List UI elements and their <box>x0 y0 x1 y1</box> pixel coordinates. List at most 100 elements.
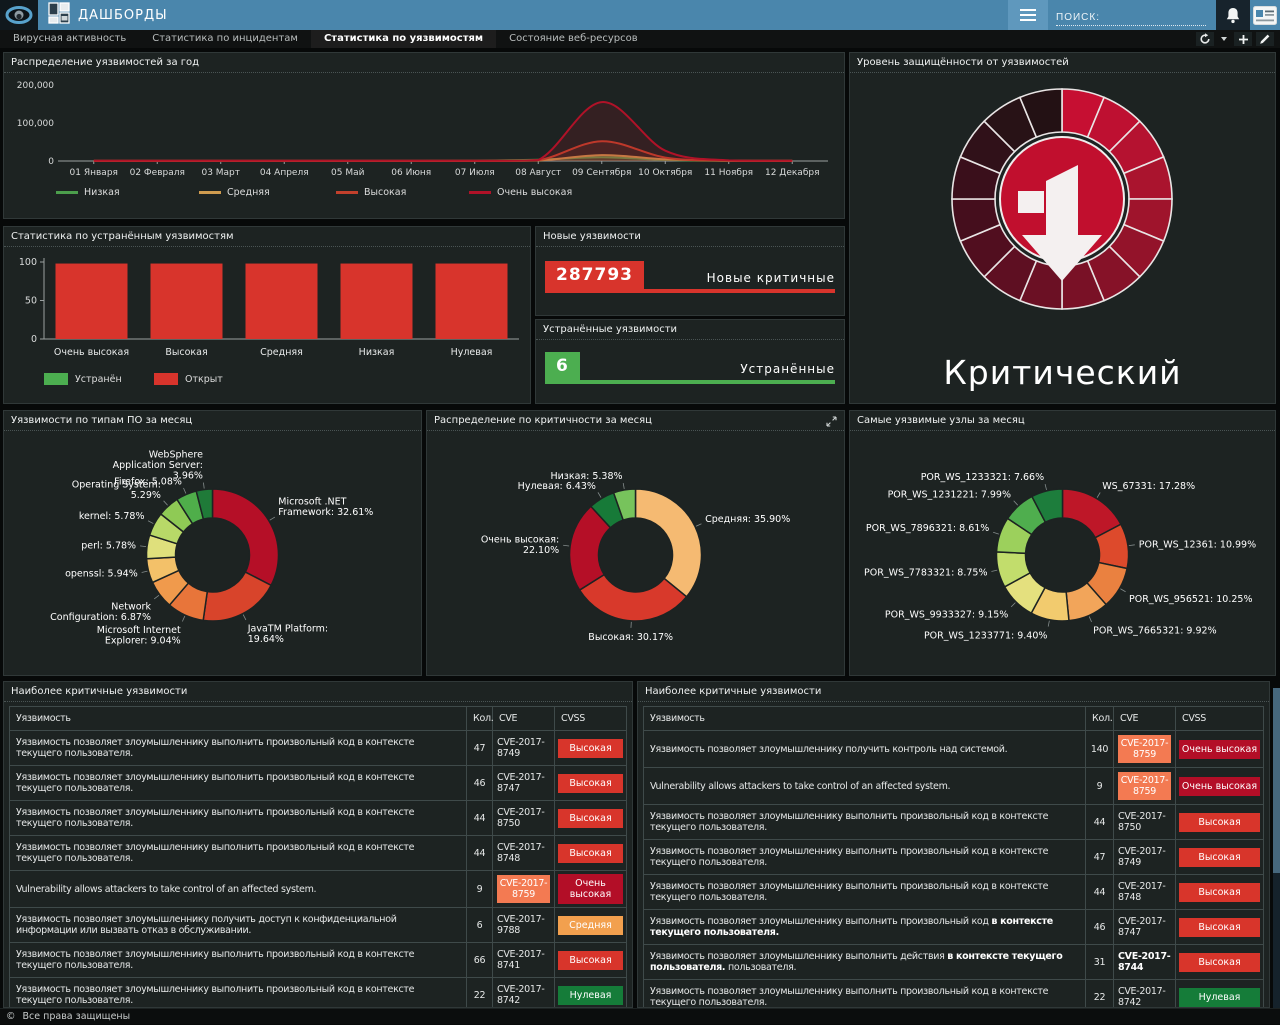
donut-chart-types[interactable]: Microsoft .NETFramework: 32.61%JavaTM Pl… <box>4 431 421 679</box>
cve-id[interactable]: CVE-2017-8750 <box>1118 811 1165 833</box>
app-logo[interactable] <box>0 0 38 30</box>
tab-1[interactable]: Статистика по инцидентам <box>139 30 311 48</box>
donut-label: openssl: 5.94% <box>65 569 138 580</box>
add-widget-button[interactable] <box>1234 32 1252 46</box>
bar-chart[interactable]: 050100Очень высокаяВысокаяСредняяНизкаяН… <box>4 247 530 371</box>
column-header[interactable]: CVE <box>1114 707 1176 731</box>
panel-title: Новые уязвимости <box>536 227 844 247</box>
legend-item: Открыт <box>154 373 223 385</box>
bar[interactable] <box>246 264 318 339</box>
table-row[interactable]: Vulnerability allows attackers to take c… <box>644 768 1264 805</box>
bar[interactable] <box>151 264 223 339</box>
cve-id[interactable]: CVE-2017-8750 <box>497 807 544 829</box>
svg-text:Нулевая: Нулевая <box>451 347 493 358</box>
panel-critical-vulns-right: Наиболее критичные уязвимости Уязвимость… <box>637 681 1270 1008</box>
table-row[interactable]: Уязвимость позволяет злоумышленнику выпо… <box>644 910 1264 945</box>
protection-gauge[interactable] <box>850 73 1275 329</box>
panel-title: Уровень защищённости от уязвимостей <box>850 53 1275 73</box>
cve-id[interactable]: CVE-2017-8759 <box>1118 772 1171 800</box>
panel-fixed-stats: Статистика по устранённым уязвимостям 05… <box>3 226 531 404</box>
severity-badge: Высокая <box>558 739 623 758</box>
menu-button[interactable] <box>1008 0 1048 30</box>
table-row[interactable]: Уязвимость позволяет злоумышленнику полу… <box>644 731 1264 768</box>
cve-id[interactable]: CVE-2017-8742 <box>497 984 544 1006</box>
table-row[interactable]: Уязвимость позволяет злоумышленнику выпо… <box>10 943 627 978</box>
donut-chart-criticality[interactable]: Средняя: 35.90%Высокая: 30.17%Очень высо… <box>427 431 844 679</box>
column-header[interactable]: CVSS <box>555 707 627 731</box>
cve-id[interactable]: CVE-2017-8749 <box>1118 846 1165 868</box>
notifications-button[interactable] <box>1216 0 1250 30</box>
cve-id[interactable]: CVE-2017-8741 <box>497 949 544 971</box>
cve-id[interactable]: CVE-2017-9788 <box>497 914 544 936</box>
expand-icon[interactable] <box>826 411 837 430</box>
table-row[interactable]: Vulnerability allows attackers to take c… <box>10 871 627 908</box>
column-header[interactable]: CVE <box>493 707 555 731</box>
donut-label: Очень высокая:22.10% <box>481 535 559 557</box>
line-chart[interactable]: 0100,000200,00001 Января02 Февраля03 Мар… <box>4 73 844 185</box>
severity-badge: Очень высокая <box>1179 740 1260 759</box>
cve-id[interactable]: CVE-2017-8749 <box>497 737 544 759</box>
cve-id[interactable]: CVE-2017-8759 <box>1118 735 1171 763</box>
severity-badge: Высокая <box>558 951 623 970</box>
cve-id[interactable]: CVE-2017-8742 <box>1118 986 1165 1008</box>
donut-label: POR_WS_7896321: 8.61% <box>866 523 989 534</box>
severity-badge: Нулевая <box>558 986 623 1005</box>
panel-protection-gauge: Уровень защищённости от уязвимостей Крит… <box>849 52 1276 404</box>
donut-slice[interactable] <box>213 489 279 585</box>
table-row[interactable]: Уязвимость позволяет злоумышленнику выпо… <box>10 801 627 836</box>
table-row[interactable]: Уязвимость позволяет злоумышленнику выпо… <box>10 731 627 766</box>
table-row[interactable]: Уязвимость позволяет злоумышленнику выпо… <box>644 980 1264 1009</box>
cve-id[interactable]: CVE-2017-8744 <box>1118 951 1170 973</box>
table-row[interactable]: Уязвимость позволяет злоумышленнику полу… <box>10 908 627 943</box>
bar[interactable] <box>341 264 413 339</box>
search-input[interactable] <box>1056 10 1206 26</box>
edit-button[interactable] <box>1256 32 1274 46</box>
column-header[interactable]: Кол. <box>1086 707 1114 731</box>
table-row[interactable]: Уязвимость позволяет злоумышленнику выпо… <box>644 875 1264 910</box>
table-row[interactable]: Уязвимость позволяет злоумышленнику выпо… <box>644 805 1264 840</box>
svg-text:02 Февраля: 02 Февраля <box>130 168 185 178</box>
donut-label: POR_WS_956521: 10.25% <box>1129 594 1252 605</box>
table-row[interactable]: Уязвимость позволяет злоумышленнику выпо… <box>10 766 627 801</box>
column-header[interactable]: Уязвимость <box>10 707 467 731</box>
profile-button[interactable] <box>1250 0 1280 30</box>
table-row[interactable]: Уязвимость позволяет злоумышленнику выпо… <box>10 978 627 1009</box>
donut-label: POR_WS_9933327: 9.15% <box>885 610 1008 621</box>
svg-text:12 Декабря: 12 Декабря <box>765 168 820 178</box>
legend-item: Устранён <box>44 373 122 385</box>
column-header[interactable]: Уязвимость <box>644 707 1086 731</box>
table-row[interactable]: Уязвимость позволяет злоумышленнику выпо… <box>644 840 1264 875</box>
cve-id[interactable]: CVE-2017-8759 <box>497 875 550 903</box>
cve-id[interactable]: CVE-2017-8747 <box>1118 916 1165 938</box>
table-row[interactable]: Уязвимость позволяет злоумышленнику выпо… <box>10 836 627 871</box>
panel-new-vulnerabilities: Новые уязвимости 287793 Новые критичные <box>535 226 845 316</box>
donut-label: perl: 5.78% <box>81 540 136 551</box>
refresh-options-button[interactable] <box>1218 32 1230 46</box>
table-row[interactable]: Уязвимость позволяет злоумышленнику выпо… <box>644 945 1264 980</box>
svg-text:Очень высокая: Очень высокая <box>54 347 129 358</box>
vertical-scrollbar[interactable] <box>1273 688 1280 1008</box>
panel-donut-criticality: Распределение по критичности за месяц Ср… <box>426 410 845 676</box>
bar[interactable] <box>436 264 508 339</box>
svg-text:11 Ноября: 11 Ноября <box>704 168 753 178</box>
fixed-label: Устранённые <box>740 362 835 380</box>
donut-slice[interactable] <box>203 572 271 621</box>
scrollbar-thumb[interactable] <box>1273 688 1280 873</box>
donut-chart-nodes[interactable]: WS_67331: 17.28%POR_WS_12361: 10.99%POR_… <box>850 431 1275 679</box>
id-card-icon <box>1253 6 1277 25</box>
cve-id[interactable]: CVE-2017-8748 <box>497 842 544 864</box>
donut-label: Нулевая: 6.43% <box>518 481 596 492</box>
column-header[interactable]: CVSS <box>1176 707 1264 731</box>
page-title: ДАШБОРДЫ <box>78 8 168 23</box>
cve-id[interactable]: CVE-2017-8748 <box>1118 881 1165 903</box>
bar[interactable] <box>56 264 128 339</box>
refresh-button[interactable] <box>1196 32 1214 46</box>
add-icon <box>1238 34 1249 45</box>
tab-2[interactable]: Статистика по уязвимостям <box>311 30 496 48</box>
column-header[interactable]: Кол. <box>467 707 493 731</box>
donut-slice[interactable] <box>636 489 702 597</box>
tab-0[interactable]: Вирусная активность <box>0 30 139 48</box>
svg-text:0: 0 <box>48 157 54 167</box>
cve-id[interactable]: CVE-2017-8747 <box>497 772 544 794</box>
tab-3[interactable]: Состояние веб-ресурсов <box>496 30 651 48</box>
